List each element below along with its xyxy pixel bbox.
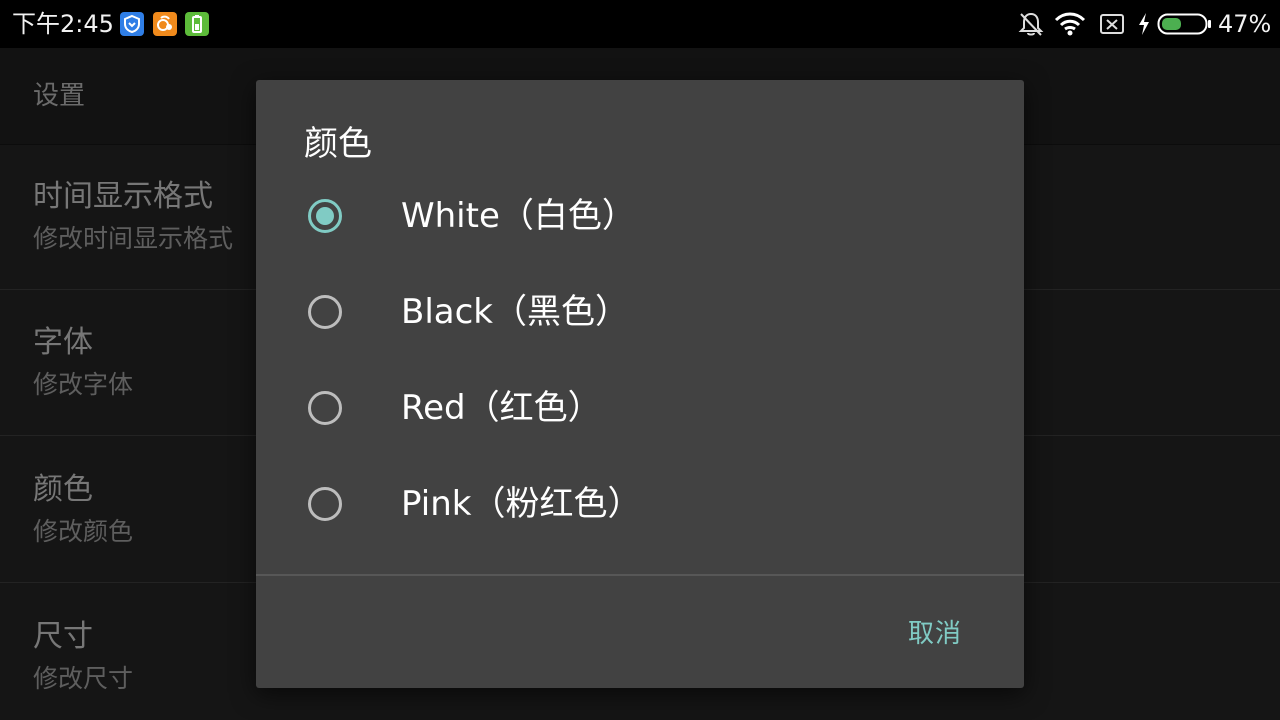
dialog-divider — [256, 574, 1024, 576]
radio-button[interactable] — [308, 487, 342, 521]
no-sim-icon — [1098, 10, 1126, 42]
cancel-button[interactable]: 取消 — [894, 610, 976, 658]
color-option-white[interactable]: White（白色） — [256, 171, 1024, 267]
option-label: White（白色） — [401, 196, 636, 236]
radio-button[interactable] — [308, 391, 342, 425]
color-dialog: 颜色 White（白色） Black（黑色） Red（红色） Pink（粉红色）… — [256, 80, 1024, 688]
radio-button[interactable] — [308, 295, 342, 329]
notifications-off-icon — [1018, 10, 1044, 42]
color-option-pink[interactable]: Pink（粉红色） — [256, 459, 1024, 555]
option-label: Red（红色） — [401, 388, 602, 428]
color-option-red[interactable]: Red（红色） — [256, 363, 1024, 459]
wifi-icon — [1054, 10, 1086, 42]
dialog-title: 颜色 — [304, 124, 372, 164]
color-option-black[interactable]: Black（黑色） — [256, 267, 1024, 363]
status-time: 下午2:45 — [12, 10, 114, 38]
battery-icon — [1157, 12, 1213, 40]
option-label: Black（黑色） — [401, 292, 629, 332]
radio-button[interactable] — [308, 199, 342, 233]
battery-percent: 47% — [1218, 10, 1272, 38]
shield-app-icon — [120, 12, 144, 36]
status-bar: 下午2:45 47% — [0, 0, 1280, 48]
screen: 下午2:45 47% 设置 时间显示格式 修改时间显示格式 字体 修改字体 颜色… — [0, 0, 1280, 720]
option-label: Pink（粉红色） — [401, 484, 642, 524]
battery-saver-app-icon — [185, 12, 209, 36]
uc-browser-icon — [153, 12, 177, 36]
charging-bolt-icon — [1135, 10, 1153, 42]
